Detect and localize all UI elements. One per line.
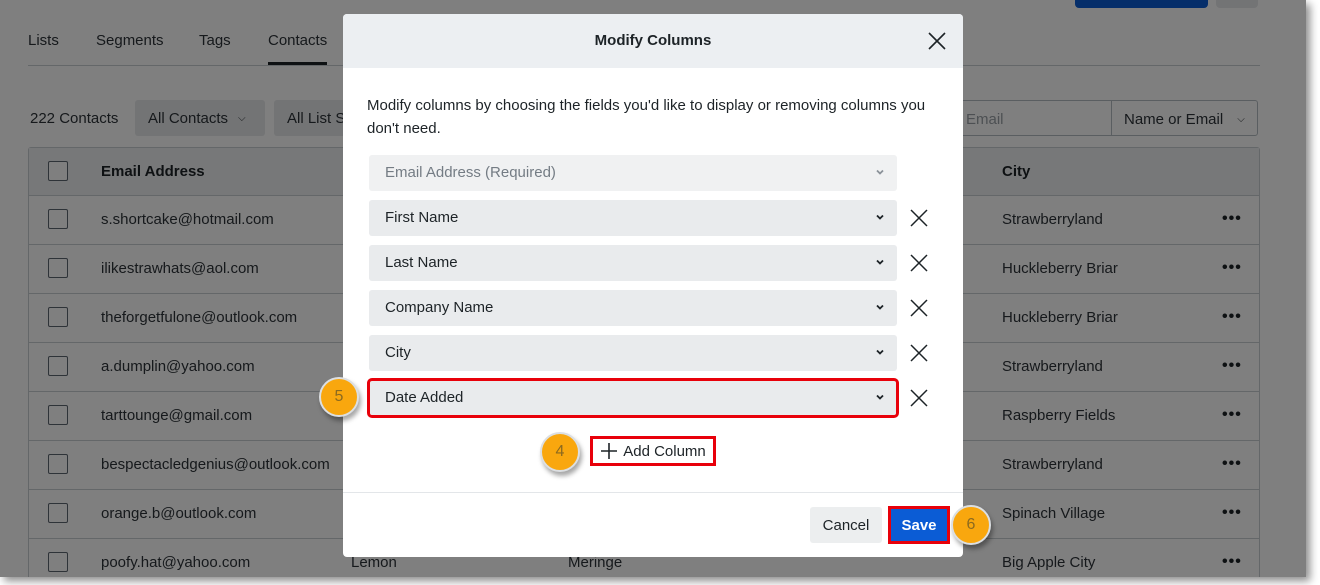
add-column-label: Add Column xyxy=(623,442,706,460)
step-badge-6: 6 xyxy=(951,505,991,545)
remove-column-icon[interactable] xyxy=(910,299,928,317)
chevron-down-icon xyxy=(876,349,884,355)
column-field-select: Email Address (Required) xyxy=(369,155,897,191)
add-column-button[interactable]: Add Column xyxy=(590,436,716,466)
chevron-down-icon xyxy=(876,169,884,175)
column-field-label: Last Name xyxy=(385,254,458,271)
column-field-label: Email Address (Required) xyxy=(385,164,556,181)
remove-column-icon[interactable] xyxy=(910,344,928,362)
remove-column-icon[interactable] xyxy=(910,389,928,407)
dialog-footer-divider xyxy=(343,492,963,493)
chevron-down-icon xyxy=(876,394,884,400)
dialog-description: Modify columns by choosing the fields yo… xyxy=(367,97,926,137)
chevron-down-icon xyxy=(876,259,884,265)
cancel-button[interactable]: Cancel xyxy=(810,507,882,543)
save-button[interactable]: Save xyxy=(888,506,950,544)
remove-column-icon[interactable] xyxy=(910,254,928,272)
close-icon[interactable] xyxy=(927,31,947,51)
column-field-select[interactable]: City xyxy=(369,335,897,371)
column-field-label: City xyxy=(385,344,411,361)
dialog-header: Modify Columns xyxy=(343,14,963,68)
modify-columns-dialog: Modify Columns Modify columns by choosin… xyxy=(343,14,963,557)
remove-column-icon[interactable] xyxy=(910,209,928,227)
column-field-label: First Name xyxy=(385,209,459,226)
column-field-select[interactable]: Company Name xyxy=(369,290,897,326)
column-field-select[interactable]: First Name xyxy=(369,200,897,236)
step-badge-5: 5 xyxy=(319,377,359,417)
column-field-label: Date Added xyxy=(385,389,464,406)
column-field-label: Company Name xyxy=(385,299,494,316)
screenshot-frame: Lists Segments Tags Contacts 222 Contact… xyxy=(0,0,1306,577)
step-badge-4: 4 xyxy=(540,432,580,472)
dialog-title: Modify Columns xyxy=(594,32,712,49)
column-field-select[interactable]: Last Name xyxy=(369,245,897,281)
chevron-down-icon xyxy=(876,304,884,310)
column-field-select[interactable]: Date Added xyxy=(367,378,899,418)
plus-icon xyxy=(601,443,618,459)
chevron-down-icon xyxy=(876,214,884,220)
